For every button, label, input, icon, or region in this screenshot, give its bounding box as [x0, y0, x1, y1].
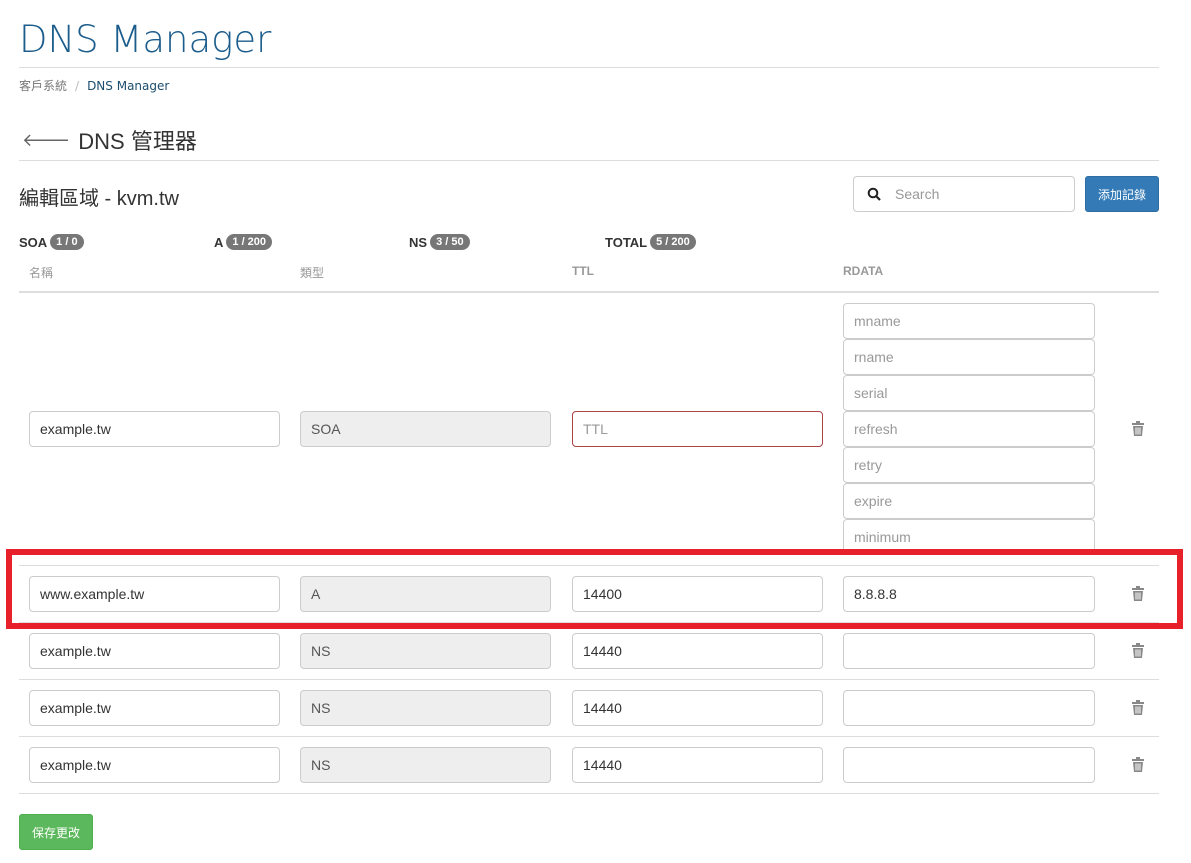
record-rdata-input[interactable]: 8.8.8.8 — [843, 576, 1095, 612]
record-name-input[interactable]: example.tw — [29, 633, 280, 669]
record-ttl-input[interactable]: 14400 — [572, 576, 823, 612]
record-rdata-input[interactable] — [843, 633, 1095, 669]
row-divider — [19, 679, 1159, 680]
trash-icon[interactable] — [1131, 700, 1145, 716]
count-label: SOA — [19, 234, 48, 250]
count-a: A1 / 200 — [214, 234, 273, 250]
trash-icon[interactable] — [1131, 586, 1145, 602]
trash-icon[interactable] — [1131, 757, 1145, 773]
search-input[interactable] — [893, 185, 1057, 203]
add-record-button[interactable]: 添加記錄 — [1085, 176, 1159, 212]
soa-rdata-refresh-input[interactable] — [843, 411, 1095, 447]
soa-name-input[interactable]: example.tw — [29, 411, 280, 447]
column-header-type: 類型 — [300, 266, 325, 280]
search-icon — [867, 187, 881, 201]
row-divider — [19, 793, 1159, 794]
divider — [19, 160, 1159, 161]
record-type-input: A — [300, 576, 551, 612]
column-header-name: 名稱 — [29, 266, 54, 280]
row-divider — [19, 736, 1159, 737]
count-badge: 1 / 0 — [50, 234, 84, 250]
count-label: A — [214, 234, 224, 250]
record-rdata-input[interactable] — [843, 747, 1095, 783]
section-title: DNS 管理器 — [78, 129, 197, 154]
breadcrumb-separator: / — [75, 79, 80, 93]
zone-title: 編輯區域 - kvm.tw — [19, 188, 179, 210]
count-badge: 5 / 200 — [650, 234, 696, 250]
count-soa: SOA 1 / 0 — [19, 234, 84, 250]
breadcrumb-current: DNS Manager — [87, 79, 170, 93]
search-box[interactable] — [853, 176, 1075, 212]
record-type-input: NS — [300, 747, 551, 783]
page-title: DNS Manager — [19, 18, 272, 61]
row-divider — [19, 622, 1159, 623]
record-ttl-input[interactable]: 14440 — [572, 690, 823, 726]
trash-icon[interactable] — [1131, 643, 1145, 659]
soa-rdata-mname-input[interactable] — [843, 303, 1095, 339]
record-type-input: NS — [300, 690, 551, 726]
table-header-divider — [19, 291, 1159, 293]
record-name-input[interactable]: example.tw — [29, 690, 280, 726]
count-total: TOTAL 5 / 200 — [605, 234, 696, 250]
count-ns: NS 3 / 50 — [409, 234, 470, 250]
count-badge: 1 / 200 — [226, 234, 273, 250]
count-label: NS — [409, 234, 428, 250]
record-ttl-input[interactable]: 14440 — [572, 747, 823, 783]
row-divider — [19, 565, 1159, 566]
soa-rdata-retry-input[interactable] — [843, 447, 1095, 483]
trash-icon[interactable] — [1131, 421, 1145, 437]
divider — [19, 67, 1159, 68]
record-type-input: NS — [300, 633, 551, 669]
soa-ttl-input[interactable]: TTL — [572, 411, 823, 447]
record-rdata-input[interactable] — [843, 690, 1095, 726]
column-header-rdata: RDATA — [843, 264, 884, 278]
arrow-left-icon[interactable]: 🡐 — [22, 130, 70, 151]
column-header-ttl: TTL — [572, 264, 594, 278]
record-ttl-input[interactable]: 14440 — [572, 633, 823, 669]
soa-rdata-expire-input[interactable] — [843, 483, 1095, 519]
soa-rdata-rname-input[interactable] — [843, 339, 1095, 375]
soa-type-input: SOA — [300, 411, 551, 447]
count-badge: 3 / 50 — [430, 234, 470, 250]
section-header: 🡐 DNS 管理器 — [22, 124, 197, 156]
soa-rdata-minimum-input[interactable] — [843, 519, 1095, 555]
count-label: TOTAL — [605, 234, 648, 250]
record-name-input[interactable]: www.example.tw — [29, 576, 280, 612]
record-name-input[interactable]: example.tw — [29, 747, 280, 783]
breadcrumb: 客戶系統 / DNS Manager — [19, 77, 169, 94]
breadcrumb-home-link[interactable]: 客戶系統 — [19, 79, 67, 93]
save-changes-button[interactable]: 保存更改 — [19, 814, 93, 850]
soa-rdata-serial-input[interactable] — [843, 375, 1095, 411]
